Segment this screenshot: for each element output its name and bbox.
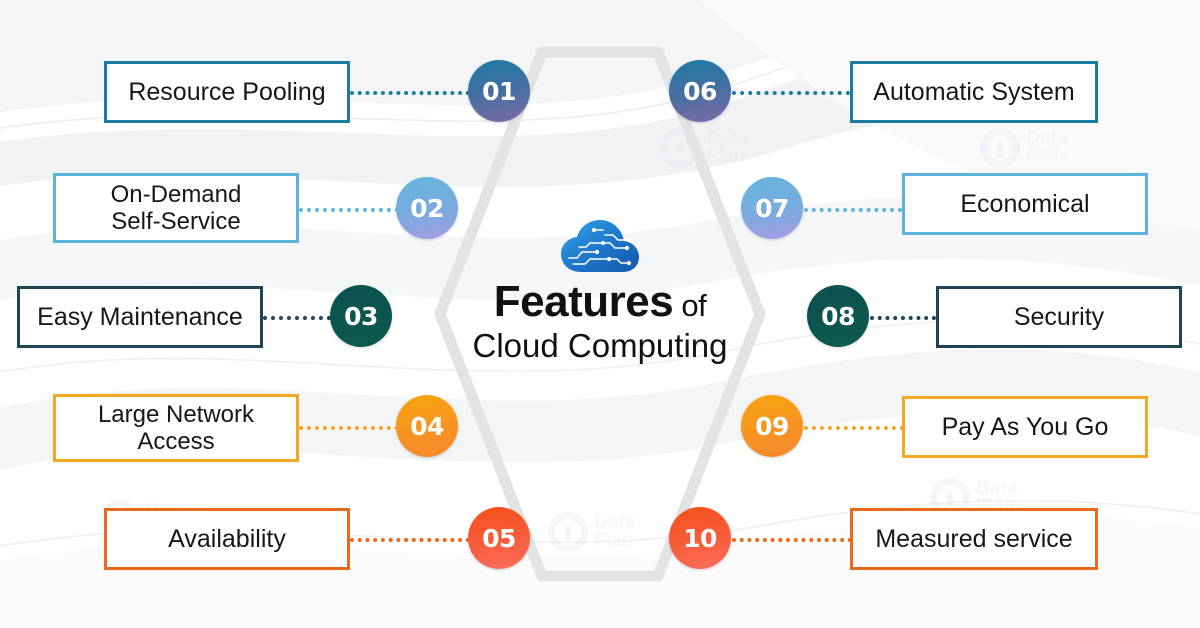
feature-label-pay-as-you-go[interactable]: Pay As You Go bbox=[902, 396, 1148, 458]
feature-label-economical[interactable]: Economical bbox=[902, 173, 1148, 235]
cloud-circuit-icon bbox=[561, 220, 639, 272]
title-connector-word: of bbox=[673, 288, 707, 323]
label-text: Security bbox=[1013, 302, 1105, 331]
node-number: 06 bbox=[683, 76, 717, 106]
feature-node-03[interactable]: 03 bbox=[330, 285, 392, 347]
feature-label-measured-service[interactable]: Measured service bbox=[850, 508, 1098, 570]
feature-node-09[interactable]: 09 bbox=[741, 395, 803, 457]
feature-node-01[interactable]: 01 bbox=[468, 60, 530, 122]
connector-09 bbox=[804, 426, 904, 430]
page-title: Features of bbox=[400, 277, 800, 326]
label-text: Economical bbox=[960, 189, 1090, 218]
feature-node-08[interactable]: 08 bbox=[807, 285, 869, 347]
connector-10 bbox=[732, 538, 852, 542]
node-number: 03 bbox=[344, 301, 378, 331]
title-main-word: Features bbox=[493, 277, 674, 326]
node-number: 09 bbox=[755, 411, 789, 441]
feature-label-security[interactable]: Security bbox=[936, 286, 1182, 348]
node-number: 10 bbox=[683, 523, 717, 553]
label-text: Pay As You Go bbox=[941, 412, 1109, 441]
feature-node-06[interactable]: 06 bbox=[669, 60, 731, 122]
label-text: Resource Pooling bbox=[128, 77, 326, 106]
connector-07 bbox=[804, 208, 902, 212]
connector-02 bbox=[299, 208, 399, 212]
feature-label-on-demand-self-service[interactable]: On-Demand Self-Service bbox=[53, 173, 299, 243]
node-number: 05 bbox=[482, 523, 516, 553]
feature-node-10[interactable]: 10 bbox=[669, 507, 731, 569]
label-text: Automatic System bbox=[873, 77, 1075, 106]
connector-05 bbox=[350, 538, 470, 542]
connector-03 bbox=[263, 316, 331, 320]
feature-node-04[interactable]: 04 bbox=[396, 395, 458, 457]
connector-08 bbox=[870, 316, 936, 320]
feature-label-resource-pooling[interactable]: Resource Pooling bbox=[104, 61, 350, 123]
connector-06 bbox=[732, 91, 850, 95]
feature-label-automatic-system[interactable]: Automatic System bbox=[850, 61, 1098, 123]
page-subtitle: Cloud Computing bbox=[472, 326, 728, 364]
label-text: Easy Maintenance bbox=[37, 302, 243, 331]
feature-label-large-network-access[interactable]: Large Network Access bbox=[53, 394, 299, 462]
node-number: 08 bbox=[821, 301, 855, 331]
feature-label-easy-maintenance[interactable]: Easy Maintenance bbox=[17, 286, 263, 348]
label-text: Large Network Access bbox=[97, 400, 255, 455]
center-title-block: Features of Cloud Computing bbox=[400, 218, 800, 368]
label-text: On-Demand Self-Service bbox=[110, 180, 242, 235]
connector-04 bbox=[299, 426, 399, 430]
node-number: 01 bbox=[482, 76, 516, 106]
connector-01 bbox=[350, 91, 470, 95]
feature-label-availability[interactable]: Availability bbox=[104, 508, 350, 570]
feature-node-05[interactable]: 05 bbox=[468, 507, 530, 569]
label-text: Measured service bbox=[875, 524, 1073, 553]
label-text: Availability bbox=[168, 524, 286, 553]
infographic-canvas: Data Flair Data Flair Data Flair Data Fl… bbox=[0, 0, 1200, 628]
node-number: 04 bbox=[410, 411, 444, 441]
